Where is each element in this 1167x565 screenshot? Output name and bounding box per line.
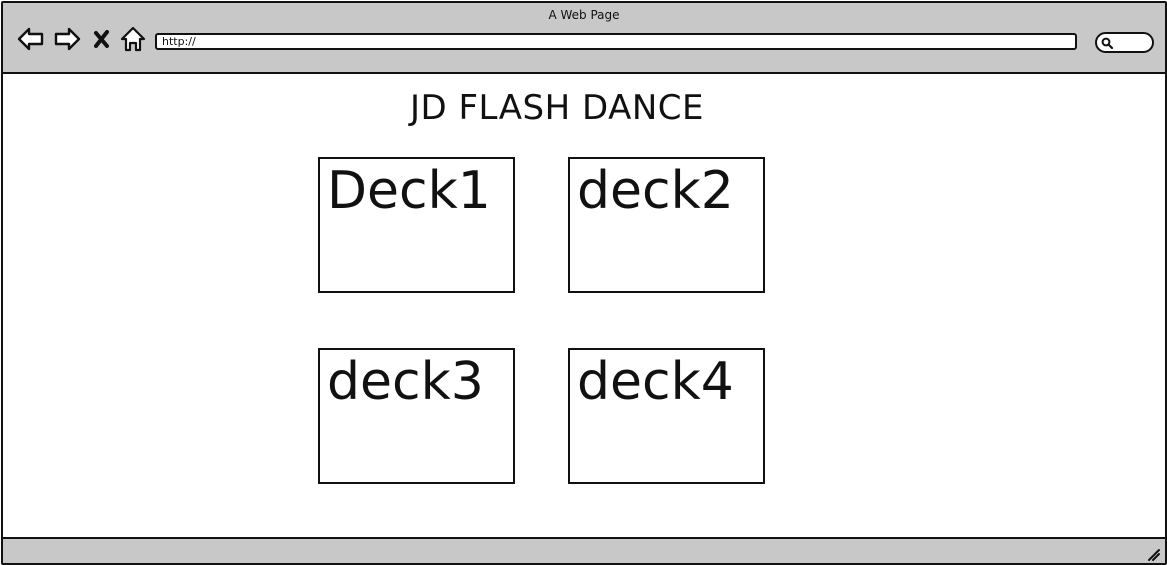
page-title: JD FLASH DANCE bbox=[409, 88, 704, 128]
back-arrow-icon[interactable] bbox=[17, 25, 45, 53]
deck-card-3[interactable]: deck3 bbox=[318, 348, 515, 484]
search-icon bbox=[1101, 37, 1113, 49]
forward-arrow-icon[interactable] bbox=[53, 25, 81, 53]
deck-label: deck3 bbox=[327, 352, 484, 412]
deck-card-2[interactable]: deck2 bbox=[568, 157, 765, 293]
deck-label: deck2 bbox=[577, 161, 734, 221]
close-x-icon[interactable] bbox=[91, 25, 113, 53]
search-button[interactable] bbox=[1095, 32, 1154, 53]
deck-label: deck4 bbox=[577, 352, 734, 412]
deck-label: Deck1 bbox=[327, 161, 491, 221]
deck-card-4[interactable]: deck4 bbox=[568, 348, 765, 484]
status-bar bbox=[3, 537, 1165, 563]
deck-card-1[interactable]: Deck1 bbox=[318, 157, 515, 293]
page-content: JD FLASH DANCE Deck1 deck2 deck3 deck4 bbox=[3, 74, 1165, 537]
resize-grip-icon[interactable] bbox=[1147, 548, 1161, 562]
browser-toolbar: A Web Page bbox=[3, 3, 1165, 74]
url-input[interactable] bbox=[155, 33, 1077, 50]
window-title: A Web Page bbox=[548, 8, 620, 22]
home-icon[interactable] bbox=[119, 25, 147, 53]
browser-window: A Web Page http:// JD FLASH DANCE Deck1 … bbox=[1, 1, 1167, 565]
